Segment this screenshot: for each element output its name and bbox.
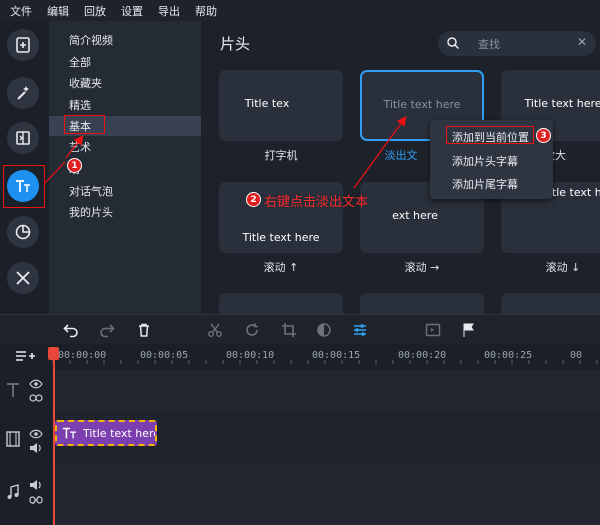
video-track-header <box>0 410 52 465</box>
music-note-icon <box>7 484 19 499</box>
cut-icon[interactable] <box>207 322 223 338</box>
unlink-icon[interactable] <box>29 495 43 505</box>
volume-icon[interactable] <box>29 442 43 454</box>
audio-track-header <box>0 465 52 525</box>
crop-icon[interactable] <box>281 322 297 338</box>
add-track-icon[interactable] <box>15 349 35 363</box>
text-track-icon <box>7 383 19 397</box>
step-2-instruction: 右键点击淡出文本 <box>264 195 369 210</box>
volume-icon[interactable] <box>29 479 43 491</box>
marker-flag-icon[interactable] <box>461 322 477 338</box>
pip-icon[interactable] <box>425 322 441 338</box>
clip-label: Title text here <box>83 426 157 440</box>
arrow-2 <box>353 116 407 189</box>
step-badge-3: 3 <box>536 128 551 143</box>
arrow-1a <box>44 161 66 184</box>
undo-icon[interactable] <box>63 322 79 338</box>
step-badge-1: 1 <box>67 158 82 173</box>
redo-icon[interactable] <box>99 322 115 338</box>
visibility-icon[interactable] <box>29 379 43 389</box>
audio-track[interactable] <box>52 465 600 525</box>
delete-icon[interactable] <box>136 322 152 338</box>
playhead[interactable] <box>53 347 55 525</box>
playhead-handle[interactable] <box>48 347 59 360</box>
ruler-marks <box>52 360 600 364</box>
step-badge-2: 2 <box>246 192 261 207</box>
edit-toolbar <box>0 314 600 344</box>
arrow-1b <box>65 135 84 159</box>
title-track-header <box>0 370 52 410</box>
film-icon <box>6 431 20 447</box>
title-track[interactable] <box>52 370 600 410</box>
rotate-icon[interactable] <box>244 322 260 338</box>
app-window: 文件 编辑 回放 设置 导出 帮助 简介视频 全部 收藏夹 精选 基本 艺术 对… <box>0 0 600 525</box>
link-icon[interactable] <box>29 393 43 403</box>
clip-properties-icon[interactable] <box>352 322 368 338</box>
titles-icon <box>62 427 77 439</box>
color-adjust-icon[interactable] <box>316 322 332 338</box>
title-clip[interactable]: Title text here <box>55 420 157 446</box>
visibility-icon[interactable] <box>29 429 43 439</box>
